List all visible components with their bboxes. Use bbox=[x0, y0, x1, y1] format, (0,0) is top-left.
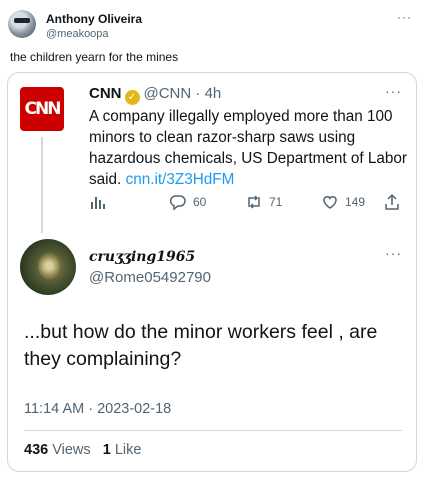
retweet-icon bbox=[248, 195, 260, 209]
outer-more-icon[interactable]: ··· bbox=[397, 10, 412, 24]
outer-display-name[interactable]: Anthony Oliveira bbox=[46, 12, 142, 26]
share-icon[interactable] bbox=[383, 193, 401, 211]
retweet-count: 71 bbox=[269, 195, 283, 209]
retweet-button[interactable]: 71 bbox=[245, 193, 282, 211]
reply-more-icon[interactable]: ··· bbox=[385, 245, 402, 261]
like-icon bbox=[323, 196, 337, 209]
outer-handle[interactable]: @meakoopa bbox=[46, 28, 109, 40]
quoted-tweet-header: CNN ✓ @CNN · 4h bbox=[89, 85, 221, 105]
reply-timestamp[interactable]: 11:14 AM · 2023-02-18 bbox=[24, 401, 171, 417]
reply-stats: 436 Views 1 Like bbox=[24, 442, 141, 458]
thread-connector-line bbox=[41, 137, 43, 233]
quoted-handle[interactable]: @CNN bbox=[144, 85, 192, 102]
views-label: Views bbox=[52, 442, 91, 458]
analytics-icon[interactable] bbox=[89, 193, 107, 211]
quoted-time[interactable]: 4h bbox=[205, 85, 222, 102]
quoted-more-icon[interactable]: ··· bbox=[385, 83, 402, 99]
verified-badge-icon: ✓ bbox=[124, 90, 140, 105]
quoted-link[interactable]: cnn.it/3Z3HdFM bbox=[126, 171, 235, 188]
reply-count: 60 bbox=[193, 195, 207, 209]
reply-avatar[interactable] bbox=[20, 239, 76, 295]
likes-label[interactable]: Like bbox=[115, 442, 142, 458]
reply-tweet-body: ...but how do the minor workers feel , a… bbox=[24, 321, 378, 370]
quoted-display-name[interactable]: CNN bbox=[89, 85, 122, 102]
likes-count[interactable]: 1 bbox=[103, 442, 111, 458]
like-button[interactable]: 149 bbox=[321, 193, 365, 211]
outer-avatar[interactable] bbox=[8, 10, 36, 38]
reply-display-name[interactable]: cruʒʒing1965 bbox=[89, 249, 195, 265]
outer-tweet-header: Anthony Oliveira @meakoopa ··· bbox=[8, 6, 416, 42]
divider bbox=[24, 430, 402, 431]
reply-icon bbox=[169, 195, 186, 211]
reply-button[interactable]: 60 bbox=[169, 193, 206, 211]
quoted-tweet-body: A company illegally employed more than 1… bbox=[89, 106, 409, 190]
outer-tweet-text: the children yearn for the mines bbox=[10, 50, 179, 64]
cnn-avatar[interactable]: CNN bbox=[20, 87, 64, 131]
embedded-thread-card[interactable]: CNN CNN ✓ @CNN · 4h ··· A company illegall… bbox=[7, 72, 417, 472]
like-count: 149 bbox=[345, 195, 366, 209]
meta-separator: · bbox=[195, 85, 201, 102]
reply-handle[interactable]: @Rome05492790 bbox=[89, 269, 211, 286]
views-count: 436 bbox=[24, 442, 49, 458]
tweet-actions-bar: 60 71 149 bbox=[89, 193, 399, 215]
